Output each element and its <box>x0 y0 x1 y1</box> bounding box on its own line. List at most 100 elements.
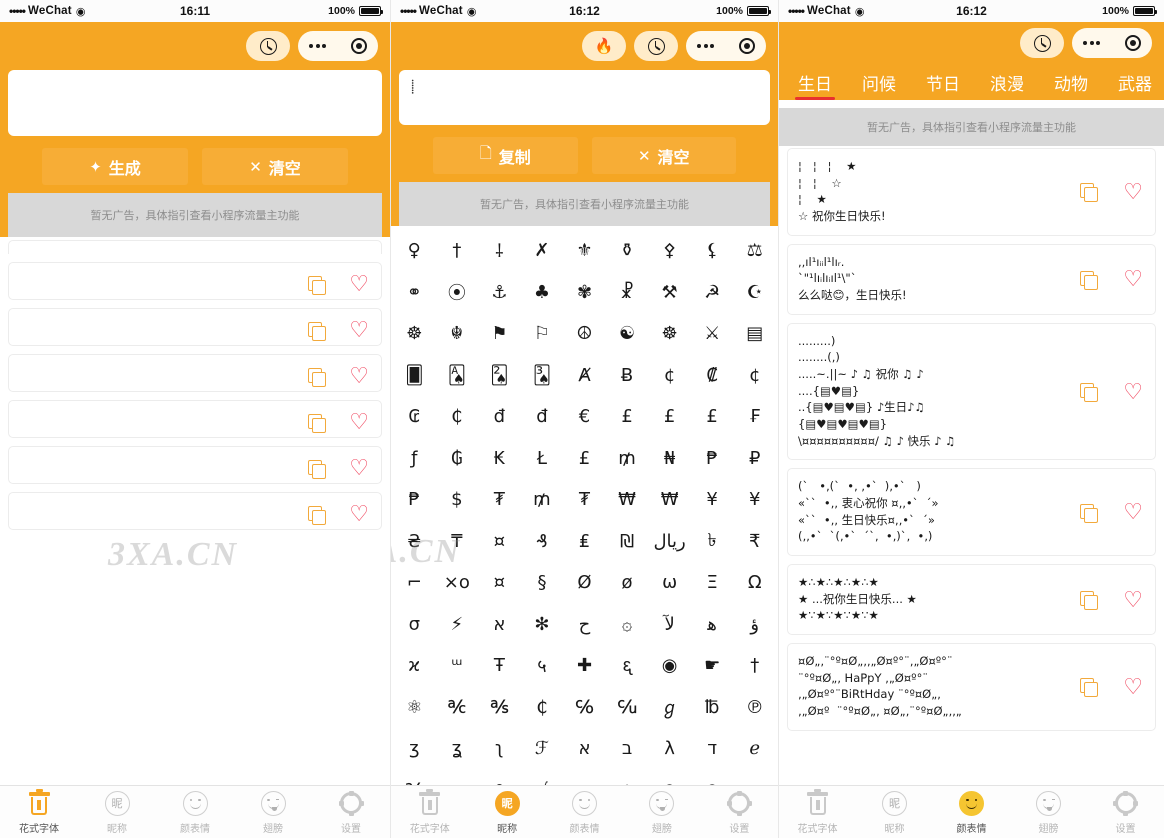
symbol-cell[interactable]: ℗ <box>733 687 776 729</box>
symbol-cell[interactable]: λ <box>648 728 691 770</box>
symbol-cell[interactable]: ₵ <box>436 396 479 438</box>
history-capsule-button[interactable] <box>246 31 290 61</box>
symbol-cell[interactable]: ☪ <box>733 272 776 314</box>
symbol-cell[interactable]: ⚴ <box>648 230 691 272</box>
tabbar-item-0[interactable]: 花式字体 <box>0 788 78 835</box>
symbol-cell[interactable]: ₹ <box>733 521 776 563</box>
symbol-cell[interactable]: € <box>563 396 606 438</box>
heart-icon[interactable]: ♡ <box>1123 268 1143 290</box>
symbol-cell[interactable]: đ <box>521 396 564 438</box>
symbol-cell[interactable]: ☮ <box>563 313 606 355</box>
symbol-cell[interactable]: ₮ <box>563 479 606 521</box>
symbol-cell[interactable]: ✾ <box>563 272 606 314</box>
hot-capsule-button[interactable]: 🔥 <box>582 31 626 61</box>
category-tab-0[interactable]: 生日 <box>783 64 847 100</box>
tabbar-item-3[interactable]: 翅膀 <box>623 789 700 835</box>
font-card[interactable]: ♡ <box>8 400 382 438</box>
font-card[interactable]: ♡ <box>8 354 382 392</box>
copy-icon[interactable] <box>308 367 327 387</box>
symbol-cell[interactable]: ✻ <box>521 604 564 646</box>
symbol-cell[interactable]: ℔ <box>691 687 734 729</box>
emoticon-card[interactable]: ,,ıl¹ıᵢᵢl¹lıᵣ. `"¹lıᵢlıᵢıl¹\"` 么么哒😊，生日快乐… <box>787 243 1156 315</box>
symbol-cell[interactable]: ℱ <box>521 728 564 770</box>
symbol-cell[interactable]: 🂣 <box>521 355 564 397</box>
heart-icon[interactable]: ♡ <box>349 503 369 525</box>
symbol-cell[interactable]: ح <box>563 604 606 646</box>
symbol-cell[interactable]: ५ <box>521 645 564 687</box>
copy-icon[interactable] <box>1080 503 1099 523</box>
font-card[interactable]: ♡ <box>8 446 382 484</box>
font-card[interactable]: ♡ <box>8 262 382 300</box>
symbol-cell[interactable]: ¢ <box>733 355 776 397</box>
menu-capsule-button[interactable] <box>298 31 378 61</box>
symbol-cell[interactable]: Ω <box>733 562 776 604</box>
heart-icon[interactable]: ♡ <box>349 319 369 341</box>
font-card-list[interactable]: ♡ ♡ ♡ ♡ ♡ ♡ <box>0 237 390 838</box>
emoticon-card[interactable]: ¤Ø„‚¨°º¤Ø„‚‚„Ø¤º°¨‚„Ø¤º°¨ ¨°º¤Ø„‚ HaPpY … <box>787 643 1156 731</box>
symbol-cell[interactable]: ʓ <box>436 728 479 770</box>
symbol-cell[interactable]: ¤ <box>478 562 521 604</box>
tabbar-item-0[interactable]: 花式字体 <box>779 788 856 835</box>
category-tab-4[interactable]: 动物 <box>1039 64 1103 100</box>
symbol-cell[interactable]: ⚡ <box>436 604 479 646</box>
menu-capsule-button[interactable] <box>1072 28 1152 58</box>
symbol-cell[interactable]: ☧ <box>606 272 649 314</box>
symbol-cell[interactable]: ▤ <box>733 313 776 355</box>
symbol-cell[interactable]: ℀ <box>436 687 479 729</box>
symbol-cell[interactable]: § <box>521 562 564 604</box>
symbol-cell[interactable]: ⚖ <box>733 230 776 272</box>
symbol-cell[interactable]: ₥ <box>606 438 649 480</box>
symbol-cell[interactable]: ᶓ <box>606 645 649 687</box>
copy-icon[interactable] <box>308 275 327 295</box>
tabbar-item-3[interactable]: 翅膀 <box>234 789 312 835</box>
symbol-cell[interactable]: ₱ <box>393 479 436 521</box>
symbol-cell[interactable]: Ø <box>563 562 606 604</box>
emoticon-card[interactable]: ★∴★∴★∴★∴★ ★ ...祝你生日快乐... ★ ★∵★∵★∵★∵★ ♡ <box>787 564 1156 636</box>
copy-button[interactable]: 🗋 复制 <box>433 137 578 174</box>
tabbar-item-0[interactable]: 花式字体 <box>391 788 468 835</box>
copy-icon[interactable] <box>1080 270 1099 290</box>
tabbar-item-3[interactable]: 翅膀 <box>1010 789 1087 835</box>
symbol-cell[interactable]: ω <box>648 562 691 604</box>
symbol-cell[interactable]: Ξ <box>691 562 734 604</box>
tabbar-item-2[interactable]: 颜表情 <box>546 789 623 835</box>
symbol-cell[interactable]: ℆ <box>606 687 649 729</box>
symbol-cell[interactable]: ʒ <box>393 728 436 770</box>
symbol-cell[interactable]: ₽ <box>733 438 776 480</box>
font-card[interactable]: ♡ <box>8 492 382 530</box>
symbol-cell[interactable]: £ <box>606 396 649 438</box>
copy-icon[interactable] <box>308 505 327 525</box>
category-tab-2[interactable]: 节日 <box>911 64 975 100</box>
symbol-cell[interactable]: ₵ <box>521 687 564 729</box>
symbol-cell[interactable]: ⚒ <box>648 272 691 314</box>
copy-icon[interactable] <box>308 413 327 433</box>
symbol-cell[interactable]: ℁ <box>478 687 521 729</box>
symbol-cell[interactable]: ৳ <box>691 521 734 563</box>
heart-icon[interactable]: ♡ <box>1123 180 1143 203</box>
symbol-cell[interactable]: ₲ <box>436 438 479 480</box>
ad-banner[interactable]: 暂无广告，具体指引查看小程序流量主功能 <box>8 193 382 237</box>
symbol-cell[interactable]: ₥ <box>521 479 564 521</box>
heart-icon[interactable]: ♡ <box>1123 675 1143 698</box>
symbol-cell[interactable]: ⦿ <box>436 272 479 314</box>
more-dots-icon[interactable] <box>1083 41 1100 45</box>
symbol-cell[interactable]: ϰ <box>393 645 436 687</box>
symbol-cell[interactable]: Ł <box>521 438 564 480</box>
font-card-partial[interactable] <box>8 240 382 254</box>
symbol-cell[interactable]: 🂢 <box>478 355 521 397</box>
symbol-cell[interactable]: ﻵ <box>648 604 691 646</box>
symbol-cell[interactable]: ☛ <box>691 645 734 687</box>
ad-banner[interactable]: 暂无广告，具体指引查看小程序流量主功能 <box>399 182 770 226</box>
menu-capsule-button[interactable] <box>686 31 766 61</box>
clear-button[interactable]: ✕ 清空 <box>591 137 736 174</box>
emoticon-card[interactable]: .........) ........(,) .....~.||~ ♪ ♫ 祝你… <box>787 322 1156 461</box>
tabbar-item-4[interactable]: 设置 <box>701 789 778 835</box>
symbol-cell[interactable]: ₮ <box>478 479 521 521</box>
generate-button[interactable]: ✦ 生成 <box>42 148 188 185</box>
symbol-cell[interactable]: ₴ <box>393 521 436 563</box>
symbol-cell[interactable]: ☬ <box>436 313 479 355</box>
symbol-cell[interactable]: ₩ <box>606 479 649 521</box>
symbol-cell[interactable]: ₢ <box>393 396 436 438</box>
heart-icon[interactable]: ♡ <box>1123 501 1143 523</box>
symbol-cell[interactable]: ✚ <box>563 645 606 687</box>
